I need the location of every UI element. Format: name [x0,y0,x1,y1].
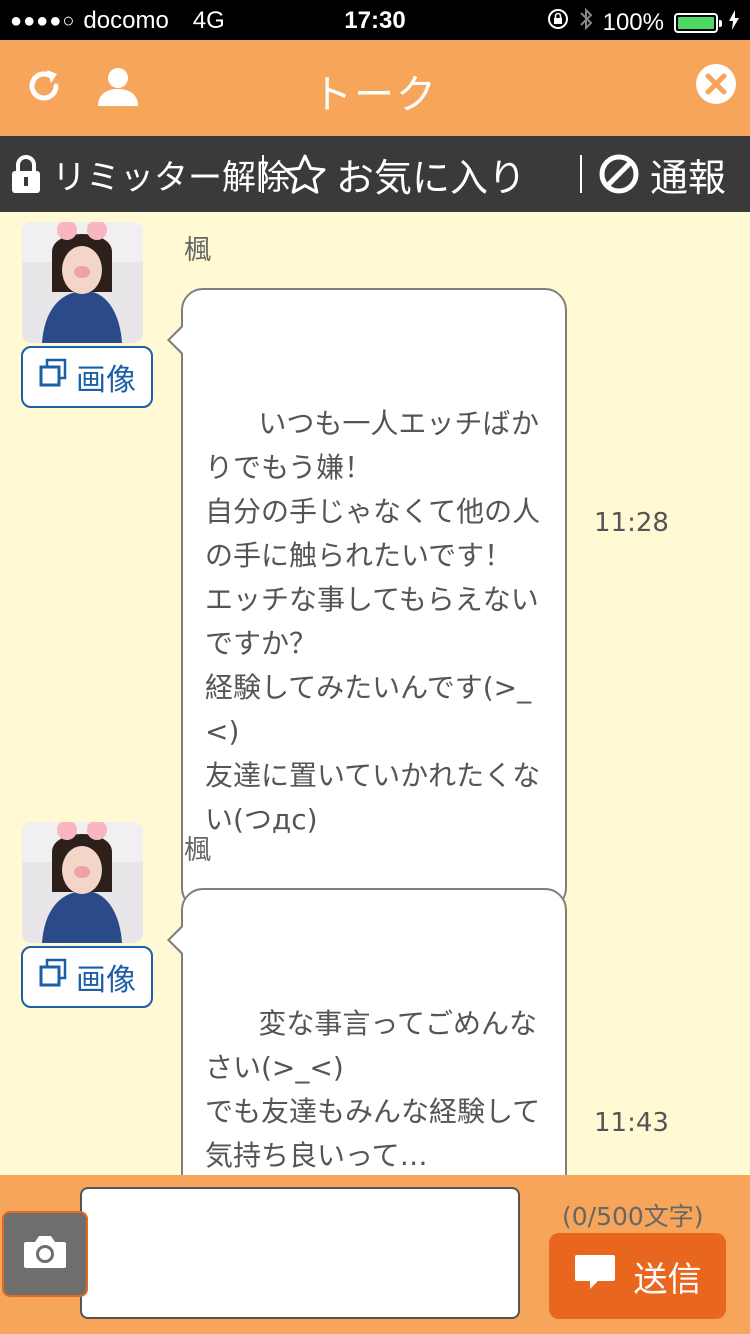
message-input[interactable] [80,1187,520,1319]
charging-icon [728,9,740,37]
status-bar: ●●●●○ docomo 4G 17:30 100% [0,0,750,40]
prohibited-icon [598,153,640,195]
avatar[interactable] [22,222,143,343]
sender-name: 楓 [184,835,211,866]
view-image-label: 画像 [76,363,136,398]
image-gallery-icon [38,358,68,396]
view-image-button[interactable]: 画像 [21,346,153,408]
view-image-button[interactable]: 画像 [21,946,153,1008]
lock-icon [10,153,42,195]
send-label: 送信 [633,1259,702,1300]
sender-name: 楓 [184,235,211,266]
message-input-bar: (0/500文字) 送信 [0,1175,750,1334]
action-bar: リミッター解除 お気に入り 通報 [0,136,750,212]
message-bubble: いつも一人エッチばかりでもう嫌！ 自分の手じゃなくて他の人の手に触られたいです！… [167,288,567,910]
favorite-label: お気に入り [336,155,527,200]
image-gallery-icon [38,958,68,996]
report-label: 通報 [650,155,727,200]
camera-icon [22,1234,68,1274]
message-text: いつも一人エッチばかりでもう嫌！ 自分の手じゃなくて他の人の手に触られたいです！… [205,407,541,836]
favorite-button[interactable]: お気に入り [264,136,580,212]
message-text: 変な事言ってごめんなさい(>_<) でも友達もみんな経験して気持ち良いって… 道… [205,1007,541,1172]
close-icon[interactable] [694,62,738,106]
limiter-release-label: リミッター解除 [52,157,290,198]
rotation-lock-icon [547,8,569,37]
star-icon [284,154,326,194]
limiter-release-button[interactable]: リミッター解除 [0,136,290,212]
send-button[interactable]: 送信 [549,1233,726,1319]
camera-button[interactable] [2,1211,88,1297]
avatar[interactable] [22,822,143,943]
message-time: 11:28 [594,508,669,538]
message-bubble: 変な事言ってごめんなさい(>_<) でも友達もみんな経験して気持ち良いって… 道… [167,888,567,1175]
page-title: トーク [312,72,438,118]
nav-header: トーク [0,40,750,136]
view-image-label: 画像 [76,963,136,998]
report-button[interactable]: 通報 [582,136,726,212]
battery-icon [674,12,722,33]
speech-bubble-icon [574,1253,616,1300]
character-count: (0/500文字) [562,1202,704,1231]
message-time: 11:43 [594,1108,669,1138]
battery-percent: 100% [602,8,664,36]
bluetooth-icon [579,7,593,38]
chat-area[interactable]: 画像 楓 いつも一人エッチばかりでもう嫌！ 自分の手じゃなくて他の人の手に触られ… [0,212,750,1175]
